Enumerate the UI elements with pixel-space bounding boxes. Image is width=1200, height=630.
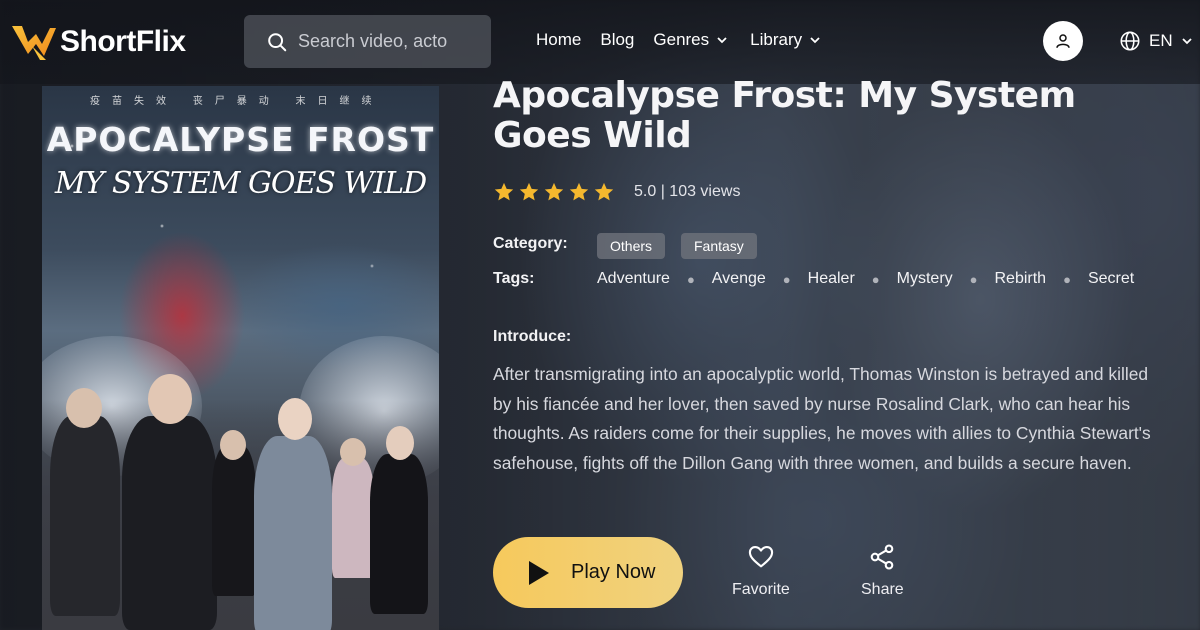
poster-figure-head <box>278 398 312 440</box>
poster-figure <box>122 416 217 630</box>
favorite-label: Favorite <box>732 581 790 598</box>
tag-list: Adventure ● Avenge ● Healer ● Mystery ● … <box>597 270 1134 288</box>
tag-item[interactable]: Rebirth <box>995 270 1047 288</box>
share-button[interactable]: Share <box>861 543 904 599</box>
nav-genres[interactable]: Genres <box>653 30 728 50</box>
poster-figure-head <box>148 374 192 424</box>
search-bar[interactable] <box>244 15 491 68</box>
play-now-label: Play Now <box>571 561 656 583</box>
tag-item[interactable]: Healer <box>808 270 855 288</box>
brand-name: ShortFlix <box>60 25 186 58</box>
star-icon <box>494 182 514 201</box>
tag-separator: ● <box>969 271 978 287</box>
poster-figure <box>212 446 256 596</box>
tag-separator: ● <box>1063 271 1071 287</box>
category-chip[interactable]: Fantasy <box>681 233 757 259</box>
poster-title: APOCALYPSE FROST <box>46 120 435 159</box>
poster-figure-head <box>340 438 366 466</box>
poster-figure-head <box>66 388 102 428</box>
chevron-down-icon <box>717 37 727 44</box>
favorite-button[interactable]: Favorite <box>732 543 790 599</box>
poster-figure-head <box>386 426 414 460</box>
nav-genres-label: Genres <box>653 30 710 49</box>
shortflix-logo-icon <box>12 26 56 60</box>
heart-icon <box>748 546 774 568</box>
poster-figure <box>50 416 120 616</box>
star-icon <box>519 182 539 201</box>
intro-label: Introduce: <box>493 328 572 345</box>
search-input[interactable] <box>298 31 448 52</box>
top-navbar: ShortFlix Home Blog Genres Library EN <box>0 0 1200 84</box>
chevron-down-icon <box>1181 38 1192 45</box>
brand-logo[interactable]: ShortFlix <box>6 16 186 68</box>
share-label: Share <box>861 581 904 598</box>
language-selector[interactable]: EN <box>1119 30 1193 52</box>
user-account-button[interactable] <box>1043 21 1083 61</box>
nav-home-label: Home <box>536 30 582 49</box>
category-chip[interactable]: Others <box>597 233 666 259</box>
poster-figure <box>254 436 332 630</box>
search-icon <box>268 32 287 51</box>
intro-text: After transmigrating into an apocalyptic… <box>493 364 1151 473</box>
poster-figure-head <box>220 430 246 460</box>
tag-item[interactable]: Secret <box>1088 270 1134 288</box>
poster-tagline: 疫苗失效 丧尸暴动 末日继续 <box>90 96 384 107</box>
tag-item[interactable]: Avenge <box>712 270 766 288</box>
play-icon <box>529 560 549 585</box>
poster-figure <box>370 454 428 614</box>
rating-views-text: 5.0 | 103 views <box>634 183 741 200</box>
poster-figure <box>332 458 374 578</box>
category-label: Category: <box>493 235 568 252</box>
tag-item[interactable]: Mystery <box>897 270 953 288</box>
star-icon <box>544 182 564 201</box>
tag-separator: ● <box>871 271 880 287</box>
nav-home[interactable]: Home <box>536 30 581 50</box>
globe-icon <box>1120 31 1140 51</box>
star-icon <box>569 182 589 201</box>
tag-item[interactable]: Adventure <box>597 270 670 288</box>
show-poster[interactable]: 疫苗失效 丧尸暴动 末日继续 APOCALYPSE FROST MY SYSTE… <box>42 86 439 630</box>
rating: 5.0 | 103 views <box>493 181 740 203</box>
show-title: Apocalypse Frost: My System Goes Wild <box>493 75 1076 156</box>
chevron-down-icon <box>810 37 820 44</box>
poster-subtitle: MY SYSTEM GOES WILD <box>54 166 427 201</box>
nav-library-label: Library <box>750 30 803 49</box>
tag-separator: ● <box>686 271 695 287</box>
share-icon <box>871 544 894 570</box>
tags-label: Tags: <box>493 270 535 287</box>
nav-blog-label: Blog <box>600 30 635 49</box>
nav-library[interactable]: Library <box>750 30 821 50</box>
user-icon <box>1056 34 1070 48</box>
star-icon <box>594 182 614 201</box>
tag-separator: ● <box>782 271 791 287</box>
language-code: EN <box>1149 31 1173 50</box>
main-nav: Home Blog Genres Library <box>536 30 843 50</box>
nav-blog[interactable]: Blog <box>600 30 634 50</box>
play-now-button[interactable]: Play Now <box>493 537 683 608</box>
